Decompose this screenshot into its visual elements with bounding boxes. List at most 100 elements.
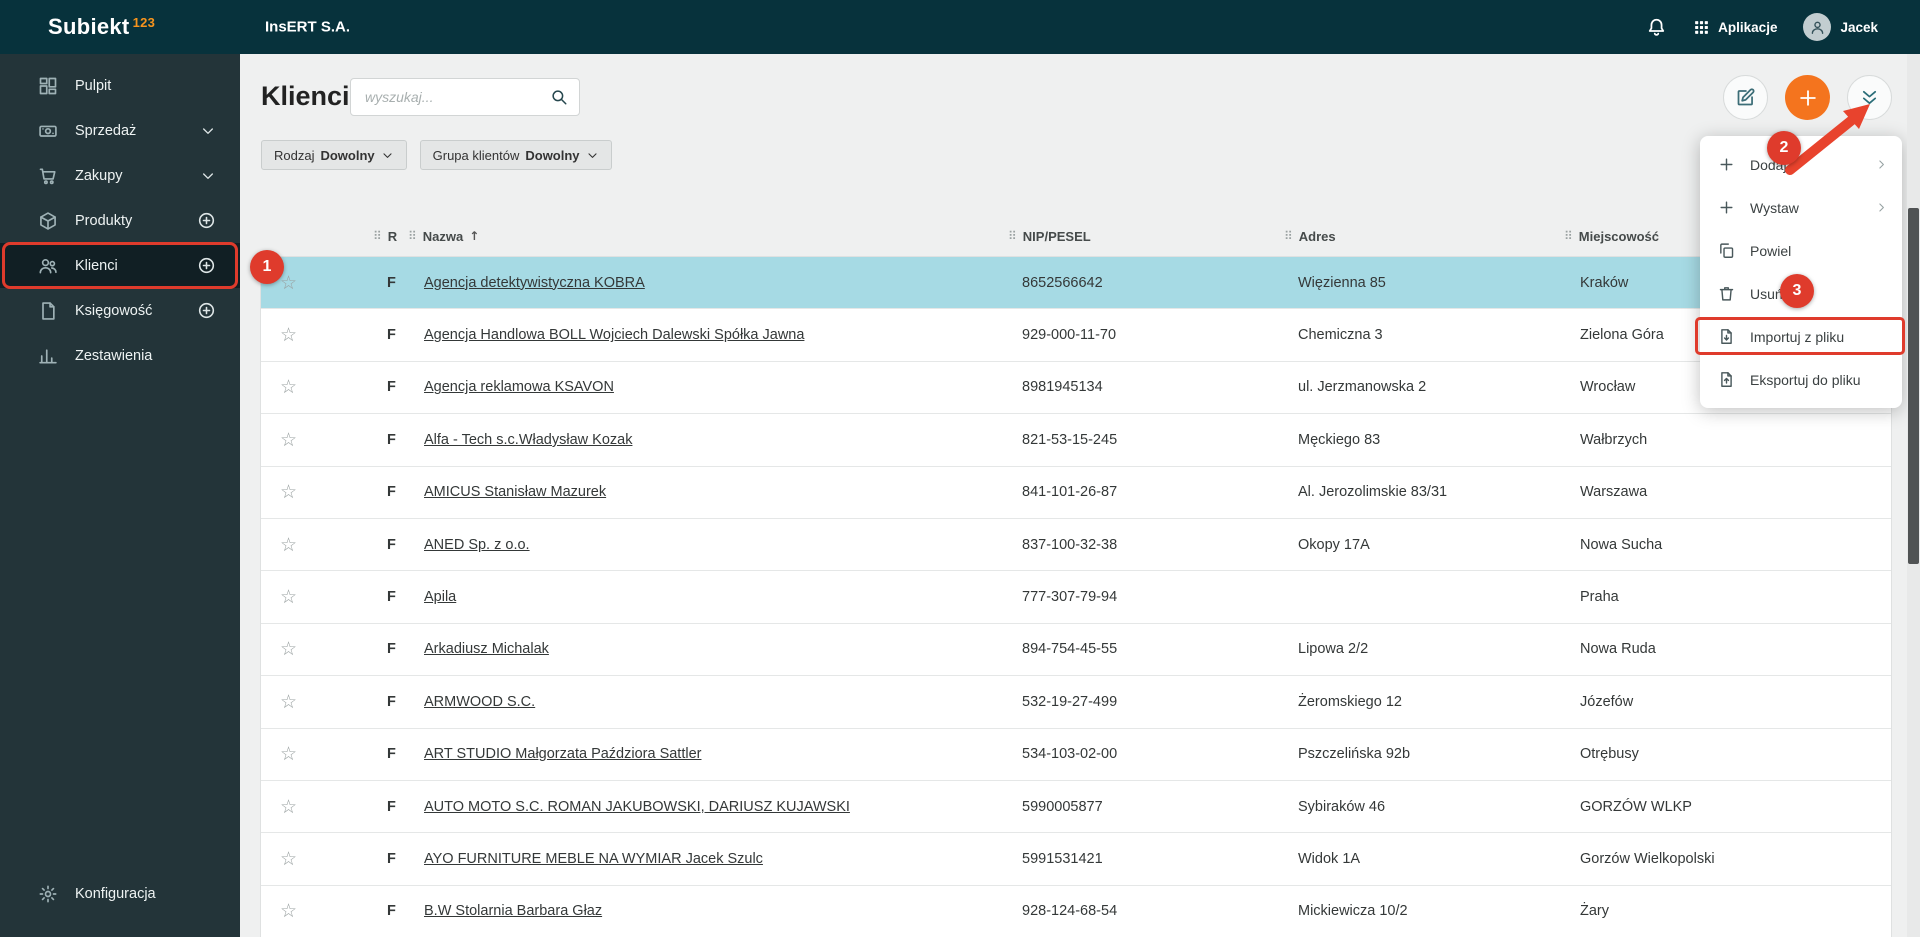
drag-handle-icon[interactable]: ⠿	[1284, 229, 1293, 243]
sidebar-item-label: Zestawienia	[75, 347, 153, 364]
menu-item-eksportuj-do-pliku[interactable]: Eksportuj do pliku	[1700, 358, 1902, 401]
filter-grupa-klientow[interactable]: Grupa klientów Dowolny	[419, 140, 612, 170]
client-name-link[interactable]: Arkadiusz Michalak	[400, 641, 986, 657]
favorite-star-icon[interactable]: ☆	[280, 743, 297, 765]
favorite-star-icon[interactable]: ☆	[280, 429, 297, 451]
sidebar-item-zestawienia[interactable]: Zestawienia	[0, 333, 240, 378]
client-name-link[interactable]: AYO FURNITURE MEBLE NA WYMIAR Jacek Szul…	[400, 851, 986, 867]
client-name-link[interactable]: Agencja reklamowa KSAVON	[400, 379, 986, 395]
menu-item-label: Wystaw	[1750, 199, 1799, 216]
table-row[interactable]: ☆ F Agencja reklamowa KSAVON 8981945134 ul. …	[261, 361, 1891, 415]
circle-plus-icon[interactable]	[197, 256, 216, 275]
app-logo[interactable]: Subiekt 123	[48, 14, 155, 40]
client-type: F	[387, 327, 396, 344]
client-address: Widok 1A	[1298, 850, 1361, 867]
client-city: Józefów	[1580, 693, 1634, 710]
sidebar-item-sprzedaz[interactable]: Sprzedaż	[0, 108, 240, 153]
favorite-star-icon[interactable]: ☆	[280, 481, 297, 503]
circle-plus-icon[interactable]	[197, 301, 216, 320]
sidebar-item-konfiguracja[interactable]: Konfiguracja	[0, 871, 240, 916]
sidebar: Pulpit Sprzedaż Zakupy Produkty Klienci Księg…	[0, 54, 240, 937]
table-row[interactable]: ☆ F AMICUS Stanisław Mazurek 841-101-26-87 A…	[261, 466, 1891, 519]
client-name-link[interactable]: ANED Sp. z o.o.	[400, 537, 986, 553]
circle-plus-icon[interactable]	[197, 211, 216, 230]
menu-item-dodaj[interactable]: Dodaj	[1700, 143, 1902, 186]
notifications-bell-icon[interactable]	[1646, 17, 1667, 38]
accounting-icon	[38, 301, 58, 321]
column-header-r[interactable]: ⠿ R	[316, 229, 400, 244]
favorite-star-icon[interactable]: ☆	[280, 376, 297, 398]
filter-rodzaj[interactable]: Rodzaj Dowolny	[261, 140, 407, 170]
more-actions-button[interactable]	[1847, 75, 1892, 120]
column-label: Adres	[1298, 228, 1336, 244]
client-address: Sybiraków 46	[1298, 798, 1386, 815]
client-name-link[interactable]: Apila	[400, 589, 986, 605]
client-name-link[interactable]: Agencja Handlowa BOLL Wojciech Dalewski …	[400, 327, 986, 343]
add-button[interactable]	[1785, 75, 1830, 120]
products-icon	[38, 211, 58, 231]
reports-icon	[38, 346, 58, 366]
favorite-star-icon[interactable]: ☆	[280, 534, 297, 556]
apps-menu-button[interactable]: Aplikacje	[1693, 19, 1777, 36]
table-row[interactable]: ☆ F ART STUDIO Małgorzata Paździora Sattle…	[261, 728, 1891, 781]
drag-handle-icon[interactable]: ⠿	[373, 229, 382, 243]
sidebar-item-label: Zakupy	[75, 167, 123, 184]
table-row[interactable]: ☆ F ANED Sp. z o.o. 837-100-32-38 Okopy 17A N…	[261, 518, 1891, 572]
sidebar-item-pulpit[interactable]: Pulpit	[0, 63, 240, 108]
client-city: Wałbrzych	[1580, 431, 1648, 448]
client-city: GORZÓW WLKP	[1580, 798, 1692, 815]
table-row[interactable]: ☆ F Agencja Handlowa BOLL Wojciech Dalewsk…	[261, 309, 1891, 362]
menu-item-powiel[interactable]: Powiel	[1700, 229, 1902, 272]
scrollbar-thumb[interactable]	[1908, 208, 1919, 564]
client-city: Praha	[1580, 589, 1619, 606]
client-name-link[interactable]: B.W Stolarnia Barbara Głaz	[400, 903, 986, 919]
favorite-star-icon[interactable]: ☆	[280, 691, 297, 713]
sidebar-item-ksiegowosc[interactable]: Księgowość	[0, 288, 240, 333]
filter-value: Dowolny	[320, 147, 375, 163]
table-row[interactable]: ☆ F B.W Stolarnia Barbara Głaz 928-124-68-5…	[261, 885, 1891, 937]
user-menu-button[interactable]: Jacek	[1803, 13, 1878, 41]
favorite-star-icon[interactable]: ☆	[280, 900, 297, 922]
client-name-link[interactable]: ARMWOOD S.C.	[400, 694, 986, 710]
sidebar-item-klienci[interactable]: Klienci	[0, 243, 240, 288]
drag-handle-icon[interactable]: ⠿	[408, 229, 417, 243]
client-address: Żeromskiego 12	[1298, 693, 1402, 710]
table-row[interactable]: ☆ F Arkadiusz Michalak 894-754-45-55 Lipowa …	[261, 623, 1891, 677]
search-icon[interactable]	[550, 88, 568, 106]
client-name-link[interactable]: Alfa - Tech s.c.Władysław Kozak	[400, 432, 986, 448]
favorite-star-icon[interactable]: ☆	[280, 796, 297, 818]
client-address: Pszczelińska 92b	[1298, 746, 1411, 763]
menu-item-wystaw[interactable]: Wystaw	[1700, 186, 1902, 229]
scrollbar-track[interactable]	[1907, 54, 1920, 937]
favorite-star-icon[interactable]: ☆	[280, 638, 297, 660]
menu-item-importuj-z-pliku[interactable]: Importuj z pliku	[1700, 315, 1902, 358]
client-name-link[interactable]: AUTO MOTO S.C. ROMAN JAKUBOWSKI, DARIUSZ…	[400, 799, 986, 815]
edit-button[interactable]	[1723, 75, 1768, 120]
client-type: F	[387, 274, 396, 291]
brand-name: Subiekt	[48, 14, 130, 39]
sidebar-item-label: Klienci	[75, 257, 118, 274]
sidebar-item-zakupy[interactable]: Zakupy	[0, 153, 240, 198]
column-header-name[interactable]: ⠿ Nazwa ↑	[400, 229, 986, 244]
client-name-link[interactable]: ART STUDIO Małgorzata Paździora Sattler	[400, 746, 986, 762]
drag-handle-icon[interactable]: ⠿	[1008, 229, 1017, 243]
sidebar-item-produkty[interactable]: Produkty	[0, 198, 240, 243]
column-header-address[interactable]: ⠿ Adres	[1262, 229, 1544, 244]
table-row[interactable]: ☆ F Agencja detektywistyczna KOBRA 86525666…	[261, 257, 1891, 310]
favorite-star-icon[interactable]: ☆	[280, 324, 297, 346]
column-header-nip[interactable]: ⠿ NIP/PESEL	[986, 229, 1262, 244]
client-type: F	[387, 903, 396, 920]
table-row[interactable]: ☆ F Apila 777-307-79-94 Praha	[261, 571, 1891, 624]
table-row[interactable]: ☆ F AUTO MOTO S.C. ROMAN JAKUBOWSKI, DARIU…	[261, 780, 1891, 834]
favorite-star-icon[interactable]: ☆	[280, 272, 297, 294]
table-row[interactable]: ☆ F AYO FURNITURE MEBLE NA WYMIAR Jacek Sz…	[261, 833, 1891, 886]
drag-handle-icon[interactable]: ⠿	[1564, 229, 1573, 243]
search-input[interactable]	[365, 89, 550, 105]
table-row[interactable]: ☆ F Alfa - Tech s.c.Władysław Kozak 821-53-…	[261, 414, 1891, 467]
favorite-star-icon[interactable]: ☆	[280, 848, 297, 870]
favorite-star-icon[interactable]: ☆	[280, 586, 297, 608]
client-name-link[interactable]: AMICUS Stanisław Mazurek	[400, 484, 986, 500]
subiekt-app-window: Subiekt 123 InsERT S.A. Aplikacje Jacek P…	[0, 0, 1920, 937]
table-row[interactable]: ☆ F ARMWOOD S.C. 532-19-27-499 Żeromskiego 1…	[261, 676, 1891, 729]
client-name-link[interactable]: Agencja detektywistyczna KOBRA	[400, 275, 986, 291]
